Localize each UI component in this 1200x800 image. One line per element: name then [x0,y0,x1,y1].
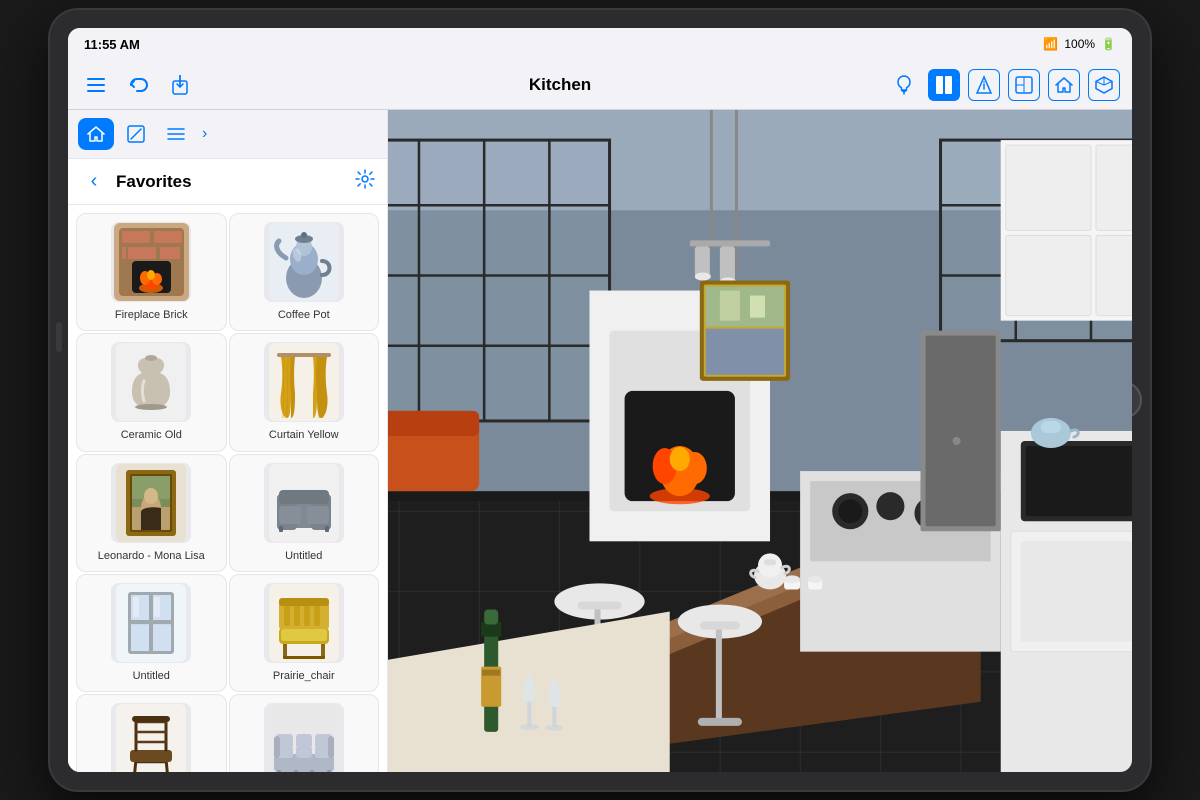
item-label: Untitled [285,549,322,563]
item-preview-ceramic [111,342,191,422]
list-item[interactable]: Untitled [76,574,227,692]
item-label: Coffee Pot [278,308,330,322]
toolbar-title: Kitchen [268,75,852,95]
item-label: Leonardo - Mona Lisa [98,549,205,563]
list-item[interactable]: Curtain Yellow [229,333,380,451]
item-preview-coffeepot [264,222,344,302]
list-item[interactable]: Ceramic Old [76,333,227,451]
items-grid: Fireplace Brick [68,205,387,772]
list-item[interactable]: Fireplace Brick [76,213,227,331]
list-item[interactable]: Prairie_chair [229,574,380,692]
ipad-frame: 11:55 AM 📶 100% 🔋 [50,10,1150,790]
lightbulb-button[interactable] [888,69,920,101]
item-preview-monalisa [111,463,191,543]
ipad-screen: 11:55 AM 📶 100% 🔋 [68,28,1132,772]
sidebar-settings-button[interactable] [355,169,375,194]
share-button[interactable] [164,69,196,101]
list-item[interactable]: Coffee Pot [229,213,380,331]
back-button[interactable]: ‹ [80,170,108,193]
list-item[interactable]: Untitled [229,454,380,572]
sidebar-header: ‹ Favorites [68,159,387,205]
toolbar-left [80,69,260,101]
undo-button[interactable] [122,69,154,101]
item-label: Curtain Yellow [269,428,339,442]
item-label: Untitled [133,669,170,683]
sidebar-title: Favorites [116,172,347,192]
item-preview-fireplace [111,222,191,302]
sidebar-tab-home[interactable] [78,118,114,150]
item-preview-curtain [264,342,344,422]
house-button[interactable] [1048,69,1080,101]
status-right: 📶 100% 🔋 [1043,37,1116,51]
side-button[interactable] [56,322,62,352]
info-button[interactable] [968,69,1000,101]
sidebar-more-button[interactable]: › [198,121,211,147]
status-bar: 11:55 AM 📶 100% 🔋 [68,28,1132,60]
item-preview-chair002 [111,703,191,772]
item-preview-untitled-couch [264,463,344,543]
list-item[interactable]: Leonardo - Mona Lisa [76,454,227,572]
menu-button[interactable] [80,69,112,101]
sidebar-tab-draw[interactable] [118,118,154,150]
sidebar: › ‹ Favorites [68,110,388,772]
library-button[interactable] [928,69,960,101]
view-3d [388,110,1132,772]
list-item[interactable]: Sofa3x_amazing [229,694,380,772]
status-time: 11:55 AM [84,37,140,52]
sidebar-tabs: › [68,110,387,159]
item-label: Fireplace Brick [115,308,188,322]
item-preview-untitled-window [111,583,191,663]
item-preview-sofa3x [264,703,344,772]
sidebar-tab-list[interactable] [158,118,194,150]
main-content: › ‹ Favorites [68,110,1132,772]
cube-button[interactable] [1088,69,1120,101]
toolbar-right [860,69,1120,101]
wifi-icon: 📶 [1043,37,1058,51]
item-label: Prairie_chair [273,669,335,683]
item-preview-prairie-chair [264,583,344,663]
floorplan-button[interactable] [1008,69,1040,101]
item-label: Ceramic Old [121,428,182,442]
battery-percent: 100% [1064,37,1095,51]
toolbar: Kitchen [68,60,1132,110]
battery-icon: 🔋 [1101,37,1116,51]
list-item[interactable]: Chair_002 [76,694,227,772]
